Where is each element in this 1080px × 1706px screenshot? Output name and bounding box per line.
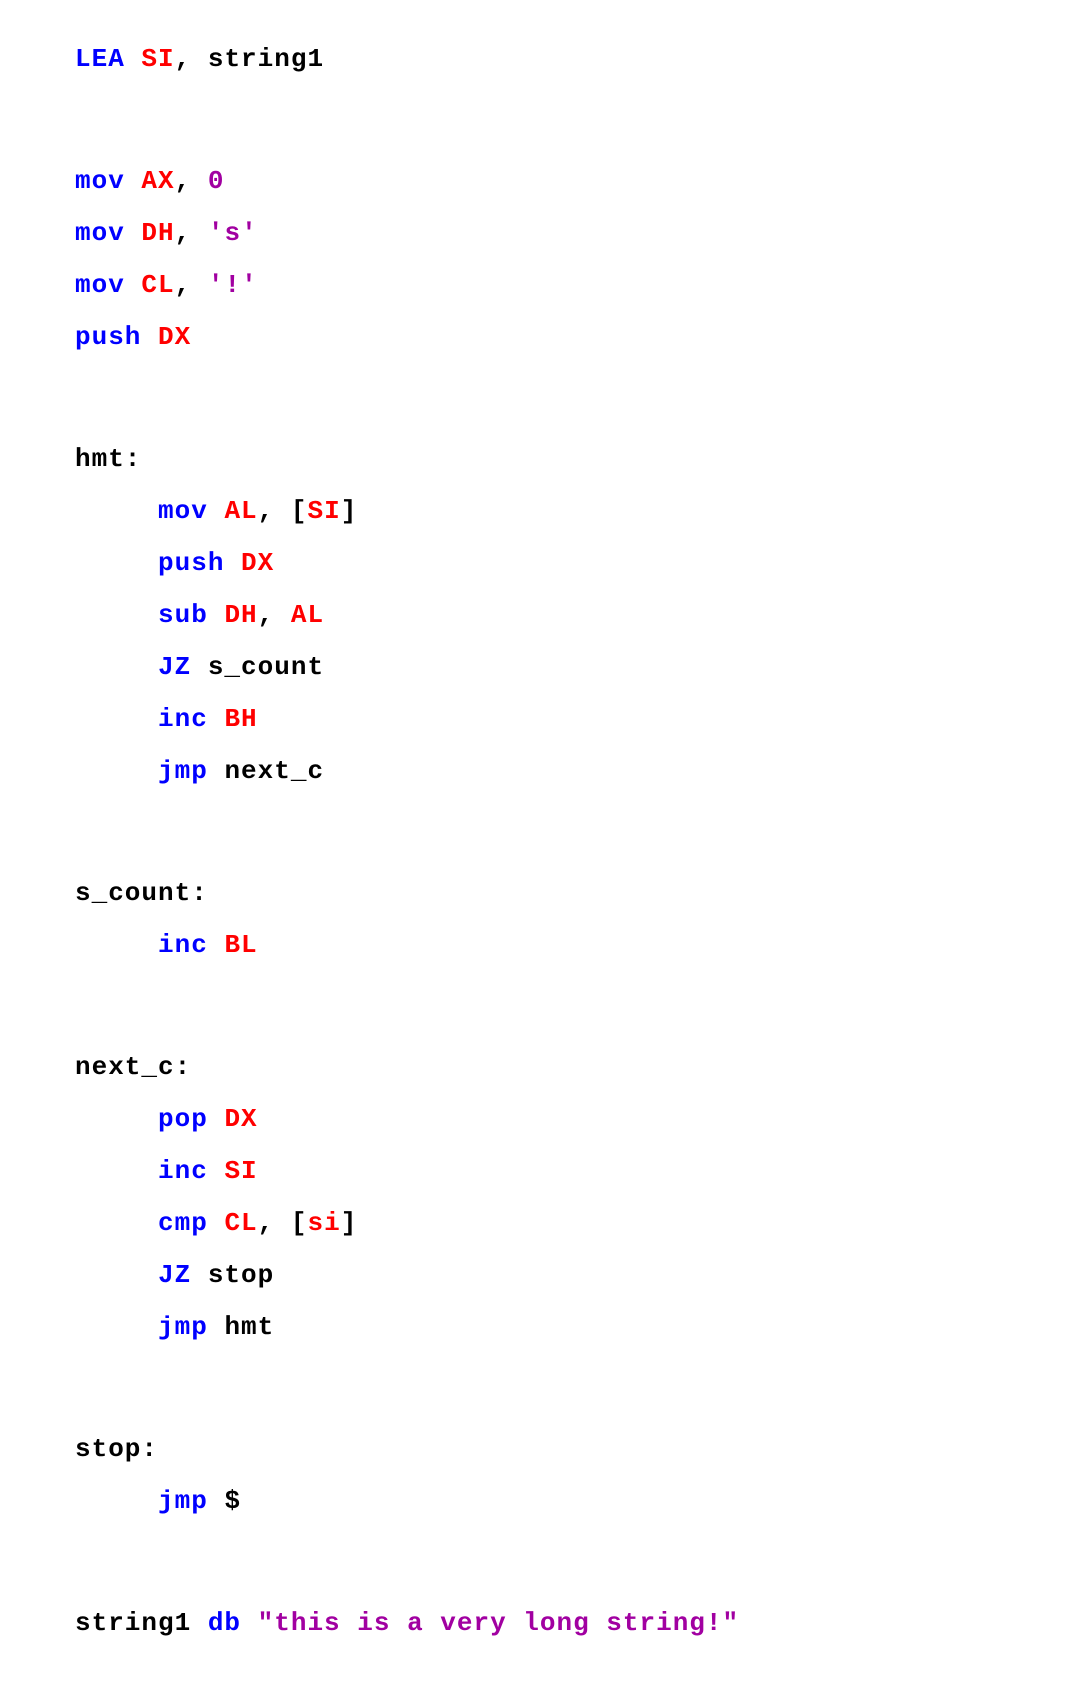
mnemonic: JZ [158,652,208,682]
mnemonic: LEA [75,44,141,74]
code-line: cmp CL, [si] [75,1210,1080,1236]
mnemonic: jmp [158,1486,224,1516]
indent [75,652,158,682]
label: string1 [75,1608,208,1638]
indent [75,1260,158,1290]
code-line: LEA SI, string1 [75,46,1080,72]
code-line: push DX [75,550,1080,576]
code-line: mov DH, 's' [75,220,1080,246]
operand: hmt [224,1312,274,1342]
indent [75,930,158,960]
code-line: mov AX, 0 [75,168,1080,194]
operand: stop [208,1260,274,1290]
code-line: mov CL, '!' [75,272,1080,298]
code-line: JZ stop [75,1262,1080,1288]
sep: , [ [258,1208,308,1238]
register: DX [158,322,191,352]
mnemonic: push [75,322,158,352]
register: DH [141,218,174,248]
mnemonic: cmp [158,1208,224,1238]
code-line: inc SI [75,1158,1080,1184]
label: next_c: [75,1052,191,1082]
register: CL [141,270,174,300]
sep: , [ [258,496,308,526]
mnemonic: mov [75,270,141,300]
literal: '!' [208,270,258,300]
sep: ] [341,1208,358,1238]
operand: s_count [208,652,324,682]
mnemonic: inc [158,930,224,960]
operand: $ [224,1486,241,1516]
label-line: hmt: [75,446,1080,472]
register: SI [224,1156,257,1186]
sep: ] [341,496,358,526]
sep: , [258,600,291,630]
indent [75,1486,158,1516]
code-line: jmp $ [75,1488,1080,1514]
indent [75,600,158,630]
register: DX [241,548,274,578]
code-line: string1 db "this is a very long string!" [75,1610,1080,1636]
code-line: sub DH, AL [75,602,1080,628]
register: AL [224,496,257,526]
register: BL [224,930,257,960]
mnemonic: jmp [158,756,224,786]
indent [75,1104,158,1134]
code-line: jmp hmt [75,1314,1080,1340]
register: SI [141,44,174,74]
indent [75,756,158,786]
mnemonic: mov [158,496,224,526]
indent [75,496,158,526]
mnemonic: jmp [158,1312,224,1342]
register: DX [224,1104,257,1134]
code-line: pop DX [75,1106,1080,1132]
register: si [307,1208,340,1238]
literal: 's' [208,218,258,248]
indent [75,704,158,734]
directive: db [208,1608,258,1638]
indent [75,548,158,578]
mnemonic: sub [158,600,224,630]
code-line: JZ s_count [75,654,1080,680]
register: AX [141,166,174,196]
indent [75,1208,158,1238]
code-line: push DX [75,324,1080,350]
mnemonic: JZ [158,1260,208,1290]
indent [75,1312,158,1342]
sep: , [175,270,208,300]
label-line: stop: [75,1436,1080,1462]
label: stop: [75,1434,158,1464]
mnemonic: push [158,548,241,578]
literal: 0 [208,166,225,196]
mnemonic: mov [75,218,141,248]
code-line: inc BH [75,706,1080,732]
register: SI [307,496,340,526]
sep: , [175,218,208,248]
mnemonic: pop [158,1104,224,1134]
label: hmt: [75,444,141,474]
code-line: mov AL, [SI] [75,498,1080,524]
operand: next_c [224,756,324,786]
label: s_count: [75,878,208,908]
label-line: next_c: [75,1054,1080,1080]
register: DH [224,600,257,630]
sep: , [175,166,208,196]
operand: , string1 [175,44,324,74]
mnemonic: inc [158,1156,224,1186]
register: BH [224,704,257,734]
register: AL [291,600,324,630]
code-line: jmp next_c [75,758,1080,784]
code-line: inc BL [75,932,1080,958]
indent [75,1156,158,1186]
register: CL [224,1208,257,1238]
mnemonic: inc [158,704,224,734]
string-literal: "this is a very long string!" [258,1608,739,1638]
mnemonic: mov [75,166,141,196]
assembly-code: LEA SI, string1 mov AX, 0 mov DH, 's' mo… [75,20,1080,1706]
